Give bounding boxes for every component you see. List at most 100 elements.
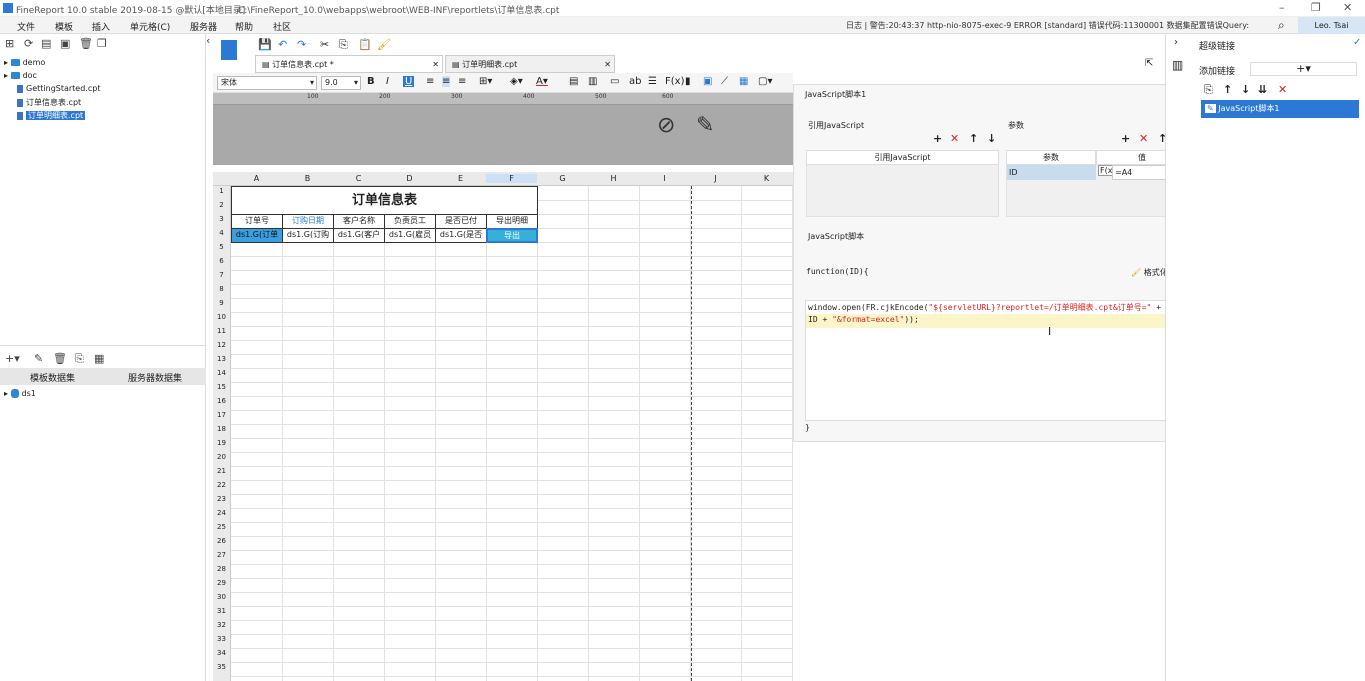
down-ref-icon[interactable]: ↓ [987, 132, 996, 145]
data-cell[interactable]: ds1.G(订购 [282, 228, 334, 243]
close-icon[interactable]: ✕ [1343, 1, 1352, 14]
column-header[interactable]: H [588, 174, 639, 183]
panel-toggle-icon[interactable]: ▥ [1172, 58, 1183, 72]
header-cell[interactable]: 订购日期 [282, 214, 334, 229]
paste-icon[interactable]: 📋 [358, 38, 372, 51]
chart-icon[interactable]: ▮ [685, 76, 691, 87]
wrap-icon[interactable]: ☰ [648, 76, 657, 87]
column-header[interactable]: C [333, 174, 384, 183]
new-folder-icon[interactable]: ⊞ [5, 37, 14, 50]
header-cell[interactable]: 是否已付 [435, 214, 487, 229]
row-header[interactable]: 29 [213, 579, 230, 587]
row-header[interactable]: 10 [213, 313, 230, 321]
row-header[interactable]: 35 [213, 663, 230, 671]
row-header[interactable]: 30 [213, 593, 230, 601]
menu-cell[interactable]: 单元格(C) [130, 20, 170, 33]
add-ref-icon[interactable]: + [933, 132, 942, 145]
tree-item-order-detail[interactable]: 订单明细表.cpt [17, 110, 86, 121]
row-header[interactable]: 8 [213, 285, 230, 293]
tab-order-info[interactable]: ▤ 订单信息表.cpt * ✕ [255, 55, 443, 73]
column-header[interactable]: E [435, 174, 486, 183]
row-header[interactable]: 32 [213, 621, 230, 629]
text-icon[interactable]: ab [629, 76, 641, 87]
pencil-icon[interactable]: ✎ [696, 113, 714, 138]
size-select[interactable]: 9.0 ▾ [321, 76, 361, 90]
add-dataset-icon[interactable]: +▾ [5, 352, 20, 365]
row-header[interactable]: 14 [213, 369, 230, 377]
row-header[interactable]: 26 [213, 537, 230, 545]
link-item[interactable]: ✎ JavaScript脚本1 [1201, 100, 1359, 118]
row-header[interactable]: 19 [213, 439, 230, 447]
redo-icon[interactable]: ↷ [297, 38, 306, 51]
add-param-icon[interactable]: + [1121, 132, 1130, 145]
italic-icon[interactable]: I [386, 76, 389, 87]
down-link-icon[interactable]: ↓ [1241, 83, 1250, 96]
row-header[interactable]: 34 [213, 649, 230, 657]
frame-icon[interactable]: ▢▾ [758, 76, 772, 87]
up-ref-icon[interactable]: ↑ [969, 132, 978, 145]
row-header[interactable]: 15 [213, 383, 230, 391]
tab-menu-icon[interactable]: ⇱ [1145, 58, 1153, 69]
tree-item-gettingstarted[interactable]: GettingStarted.cpt [17, 84, 100, 93]
row-header[interactable]: 20 [213, 453, 230, 461]
sort-link-icon[interactable]: ⇊ [1258, 83, 1267, 96]
merge-icon[interactable]: ▤ [569, 76, 578, 87]
row-header[interactable]: 7 [213, 271, 230, 279]
hidden-eye-icon[interactable]: ⊘ [657, 113, 675, 138]
check-icon[interactable]: ✓ [1353, 37, 1361, 48]
code-editor[interactable]: window.open(FR.cjkEncode("${servletURL}?… [805, 300, 1187, 421]
row-header[interactable]: 22 [213, 481, 230, 489]
row-header[interactable]: 23 [213, 495, 230, 503]
column-header[interactable]: K [741, 174, 792, 183]
tree-item-order-info[interactable]: 订单信息表.cpt [17, 97, 81, 108]
align-right-icon[interactable]: ≡ [458, 76, 466, 87]
undo-icon[interactable]: ↶ [278, 38, 287, 51]
search-icon[interactable]: ⌕ [1278, 18, 1285, 33]
add-link-button[interactable]: +▾ [1250, 62, 1357, 76]
delete-param-icon[interactable]: ✕ [1139, 132, 1148, 145]
copy-icon[interactable]: ⎘ [339, 38, 348, 52]
close-tab-icon[interactable]: ✕ [432, 56, 439, 74]
data-cell[interactable]: ds1.G(是否 [435, 228, 487, 243]
dataset-item[interactable]: ▸ ds1 [4, 389, 36, 398]
header-cell[interactable]: 负责员工 [384, 214, 436, 229]
row-header[interactable]: 16 [213, 397, 230, 405]
subreport-icon[interactable]: ▦ [739, 76, 748, 87]
menu-help[interactable]: 帮助 [235, 20, 253, 33]
fill-color-icon[interactable]: ◈▾ [510, 76, 523, 87]
data-cell[interactable]: ds1.G(客户 [333, 228, 385, 243]
row-header[interactable]: 9 [213, 299, 230, 307]
font-color-icon[interactable]: A▾ [536, 76, 548, 87]
row-header[interactable]: 6 [213, 257, 230, 265]
format-painter-icon[interactable]: 🖌 [377, 38, 391, 51]
cut-icon[interactable]: ✂ [320, 38, 329, 51]
row-header[interactable]: 24 [213, 509, 230, 517]
server-ds-icon[interactable]: ▦ [94, 352, 104, 365]
report-icon[interactable] [221, 40, 237, 60]
tab-template-dataset[interactable]: 模板数据集 [30, 371, 75, 384]
data-cell[interactable]: 导出 [486, 228, 538, 243]
column-header[interactable]: F [486, 174, 537, 183]
up-link-icon[interactable]: ↑ [1223, 83, 1232, 96]
lock-icon[interactable]: ▣ [60, 37, 70, 50]
header-cell[interactable]: 导出明细 [486, 214, 538, 229]
splitter[interactable] [0, 345, 206, 349]
row-header[interactable]: 3 [213, 215, 230, 223]
row-header[interactable]: 13 [213, 355, 230, 363]
underline-icon[interactable]: U [403, 76, 415, 87]
menu-file[interactable]: 文件 [17, 20, 35, 33]
column-header[interactable]: J [690, 174, 741, 183]
expand-icon[interactable]: › [1174, 37, 1178, 48]
data-cell[interactable]: ds1.G(订单 [231, 228, 283, 243]
column-header[interactable]: G [537, 174, 588, 183]
align-center-icon[interactable]: ≡ [442, 76, 451, 87]
row-header[interactable]: 18 [213, 425, 230, 433]
sheet-title[interactable]: 订单信息表 [231, 186, 538, 215]
user-badge[interactable]: Leo. Tsai [1298, 17, 1365, 34]
font-select[interactable]: 宋体 ▾ [217, 76, 317, 90]
row-header[interactable]: 2 [213, 201, 230, 209]
border-icon[interactable]: ⊞▾ [479, 76, 492, 87]
row-header[interactable]: 1 [213, 187, 230, 195]
line-icon[interactable]: ▭ [610, 76, 619, 87]
template-icon[interactable]: ▤ [41, 37, 51, 50]
